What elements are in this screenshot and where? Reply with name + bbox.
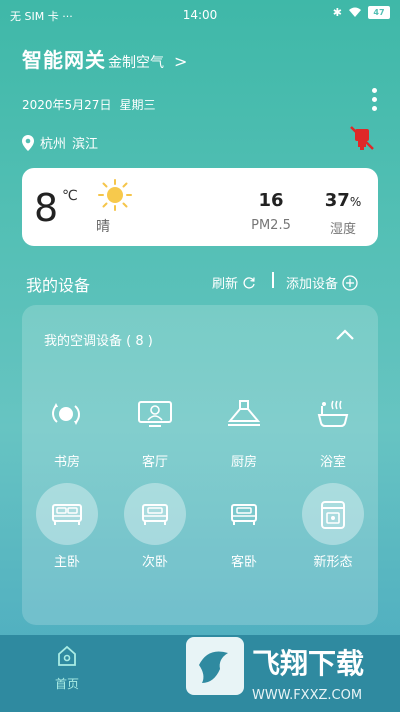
humidity-label: 湿度 bbox=[329, 222, 356, 237]
add-device-label: 添加设备 bbox=[286, 277, 339, 292]
more-menu-icon[interactable] bbox=[370, 88, 378, 116]
svg-text:飞翔下载: 飞翔下载 bbox=[252, 647, 364, 680]
kitchen-icon bbox=[213, 383, 275, 445]
status-bar: 无 SIM 卡 ··· 14:00 ✱ 47 bbox=[0, 0, 400, 28]
temperature-unit: ℃ bbox=[62, 188, 78, 204]
panel-title: 我的空调设备 ( 8 ) bbox=[44, 334, 153, 349]
second-bedroom-icon bbox=[124, 483, 186, 545]
weather-condition: 晴 bbox=[96, 219, 110, 235]
humidity-value-wrap: 37% bbox=[318, 190, 368, 211]
room-label: 浴室 bbox=[319, 455, 346, 470]
humidity-unit: % bbox=[349, 195, 362, 209]
my-devices-title: 我的设备 bbox=[26, 276, 91, 295]
room-bathroom[interactable]: 浴室 bbox=[298, 383, 368, 483]
room-guest-bedroom[interactable]: 客卧 bbox=[209, 483, 279, 583]
room-kitchen[interactable]: 厨房 bbox=[209, 383, 279, 483]
page-title: 智能网关 bbox=[22, 48, 106, 72]
sun-icon bbox=[98, 179, 132, 211]
battery-icon: 47 bbox=[368, 6, 390, 19]
ac-device-panel: 我的空调设备 ( 8 ) 书房 客厅 厨房 浴室 主卧 次卧 客卧 新形态 bbox=[22, 305, 378, 625]
room-label: 次卧 bbox=[141, 555, 168, 570]
date-row: 2020年5月27日 星期三 bbox=[22, 96, 155, 113]
bluetooth-icon: ✱ bbox=[332, 6, 342, 19]
refresh-icon bbox=[243, 276, 255, 289]
page-subtitle: 金制空气 bbox=[108, 55, 164, 71]
room-study[interactable]: 书房 bbox=[32, 383, 102, 483]
room-label: 书房 bbox=[53, 455, 80, 470]
tab-home-label: 首页 bbox=[54, 677, 79, 691]
district-text: 滨江 bbox=[72, 137, 99, 152]
location-pin-icon bbox=[22, 134, 34, 151]
plus-circle-icon bbox=[342, 274, 358, 291]
pm25-value: 16 bbox=[258, 190, 284, 211]
date-text: 2020年5月27日 bbox=[22, 98, 112, 112]
bathroom-icon bbox=[302, 383, 364, 445]
room-label: 新形态 bbox=[313, 555, 353, 570]
refresh-button[interactable]: 刷新 bbox=[212, 273, 256, 292]
add-device-button[interactable]: 添加设备 bbox=[286, 273, 358, 292]
master-bedroom-icon bbox=[36, 483, 98, 545]
new-form-icon bbox=[302, 483, 364, 545]
room-master-bedroom[interactable]: 主卧 bbox=[32, 483, 102, 583]
study-room-icon bbox=[36, 383, 98, 445]
weather-card: 8 ℃ 晴 16 PM2.5 37% 湿度 bbox=[22, 168, 378, 246]
gateway-offline-icon[interactable] bbox=[348, 124, 376, 152]
tab-home[interactable]: 首页 bbox=[42, 645, 92, 692]
city-text: 杭州 bbox=[40, 137, 67, 152]
guest-bedroom-icon bbox=[213, 483, 275, 545]
room-label: 厨房 bbox=[230, 455, 257, 470]
location-row: 杭州 滨江 bbox=[22, 133, 98, 152]
chevron-right-icon: > bbox=[174, 52, 188, 71]
temperature-value: 8 bbox=[34, 186, 59, 230]
room-label: 客卧 bbox=[230, 555, 257, 570]
wifi-icon bbox=[349, 7, 361, 17]
home-icon bbox=[58, 645, 76, 666]
refresh-label: 刷新 bbox=[212, 277, 239, 292]
room-second-bedroom[interactable]: 次卧 bbox=[120, 483, 190, 583]
room-label: 主卧 bbox=[53, 555, 80, 570]
status-icons: ✱ 47 bbox=[333, 6, 390, 19]
gateway-title[interactable]: 智能网关 金制空气 > bbox=[22, 44, 187, 73]
room-label: 客厅 bbox=[141, 455, 168, 470]
chevron-up-icon[interactable] bbox=[334, 327, 356, 343]
humidity-value: 37 bbox=[324, 190, 350, 211]
room-new-form[interactable]: 新形态 bbox=[298, 483, 368, 583]
watermark-logo: 飞翔下载 WWW.FXXZ.COM bbox=[184, 635, 400, 712]
living-room-icon bbox=[124, 383, 186, 445]
room-living[interactable]: 客厅 bbox=[120, 383, 190, 483]
divider bbox=[272, 272, 274, 288]
weekday-text: 星期三 bbox=[119, 98, 156, 112]
svg-text:WWW.FXXZ.COM: WWW.FXXZ.COM bbox=[252, 688, 362, 703]
pm25-label: PM2.5 bbox=[251, 218, 291, 233]
bottom-nav: 首页 飞翔下载 WWW.FXXZ.COM bbox=[0, 635, 400, 712]
